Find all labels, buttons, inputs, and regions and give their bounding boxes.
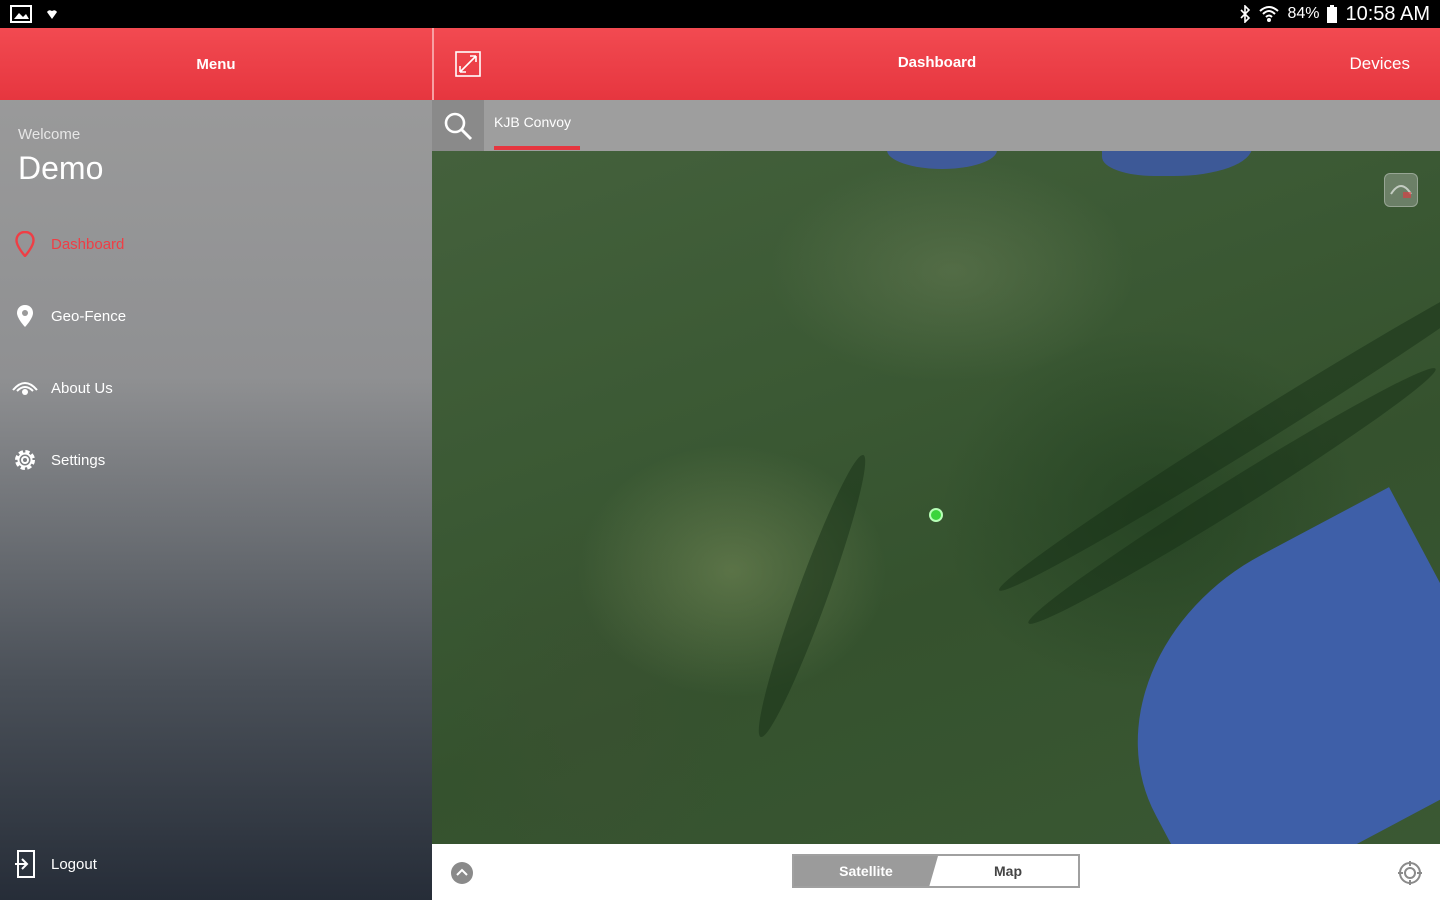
logout-label: Logout (51, 855, 97, 873)
map-terrain (746, 449, 878, 743)
status-bar: 84% 10:58 AM (0, 0, 1440, 28)
page-title: Dashboard (897, 54, 977, 71)
nav-item-label: Settings (51, 451, 106, 469)
app-notification-icon (47, 10, 57, 19)
devices-button[interactable]: Devices (1350, 54, 1410, 74)
map-type-toggle: Satellite Map (792, 854, 1080, 888)
gallery-notification-icon (10, 5, 32, 23)
wifi-icon (1259, 6, 1280, 22)
map-water (887, 151, 997, 169)
bluetooth-icon (1240, 5, 1251, 23)
nav-item-about-us[interactable]: About Us (0, 364, 432, 412)
drawer-title: Menu (196, 55, 236, 73)
satellite-map[interactable] (432, 151, 1440, 844)
search-bar: KJB Convoy (432, 100, 1440, 151)
search-icon (444, 112, 473, 140)
status-left (0, 5, 58, 23)
drawer-header: Menu (0, 28, 432, 100)
status-time: 10:58 AM (1345, 2, 1430, 25)
status-right: 84% 10:58 AM (1239, 3, 1440, 26)
search-button[interactable] (432, 100, 484, 151)
battery-icon (1327, 5, 1338, 23)
logout-icon (11, 850, 39, 878)
main-panel: Dashboard Devices KJB Convoy Satellite M… (432, 28, 1440, 900)
map-water (1102, 151, 1252, 176)
nav-item-dashboard[interactable]: Dashboard (0, 220, 432, 268)
satellite-toggle[interactable]: Satellite (794, 856, 938, 886)
locate-button[interactable] (1398, 861, 1422, 885)
username: Demo (18, 150, 104, 186)
layers-icon (1390, 185, 1412, 198)
battery-percent: 84% (1287, 5, 1320, 22)
tab-indicator (494, 146, 580, 150)
nav-item-geo-fence[interactable]: Geo-Fence (0, 292, 432, 340)
crosshair-icon (1398, 861, 1422, 885)
logout-button[interactable]: Logout (0, 840, 432, 888)
collapse-button[interactable] (450, 861, 474, 885)
map-ocean (1071, 487, 1440, 844)
eye-icon (11, 374, 39, 402)
nav-item-label: Dashboard (51, 235, 125, 253)
map-toggle[interactable]: Map (938, 856, 1078, 886)
gear-icon (11, 446, 39, 474)
top-app-bar: Dashboard Devices (432, 28, 1440, 100)
device-marker[interactable] (929, 508, 943, 522)
nav-item-label: Geo-Fence (51, 307, 127, 325)
nav-item-settings[interactable]: Settings (0, 436, 432, 484)
nav-item-label: About Us (51, 379, 113, 397)
welcome-label: Welcome (18, 126, 81, 143)
map-layer-button[interactable] (1384, 173, 1418, 207)
bottom-bar: Satellite Map (432, 844, 1440, 900)
chevron-up-icon (451, 862, 473, 884)
navigation-drawer: Menu Welcome Demo Dashboard Geo-Fence Ab… (0, 28, 432, 900)
location-pin-icon (11, 302, 39, 330)
tab-kjb-convoy[interactable]: KJB Convoy (494, 114, 571, 130)
location-pin-icon (11, 230, 39, 258)
